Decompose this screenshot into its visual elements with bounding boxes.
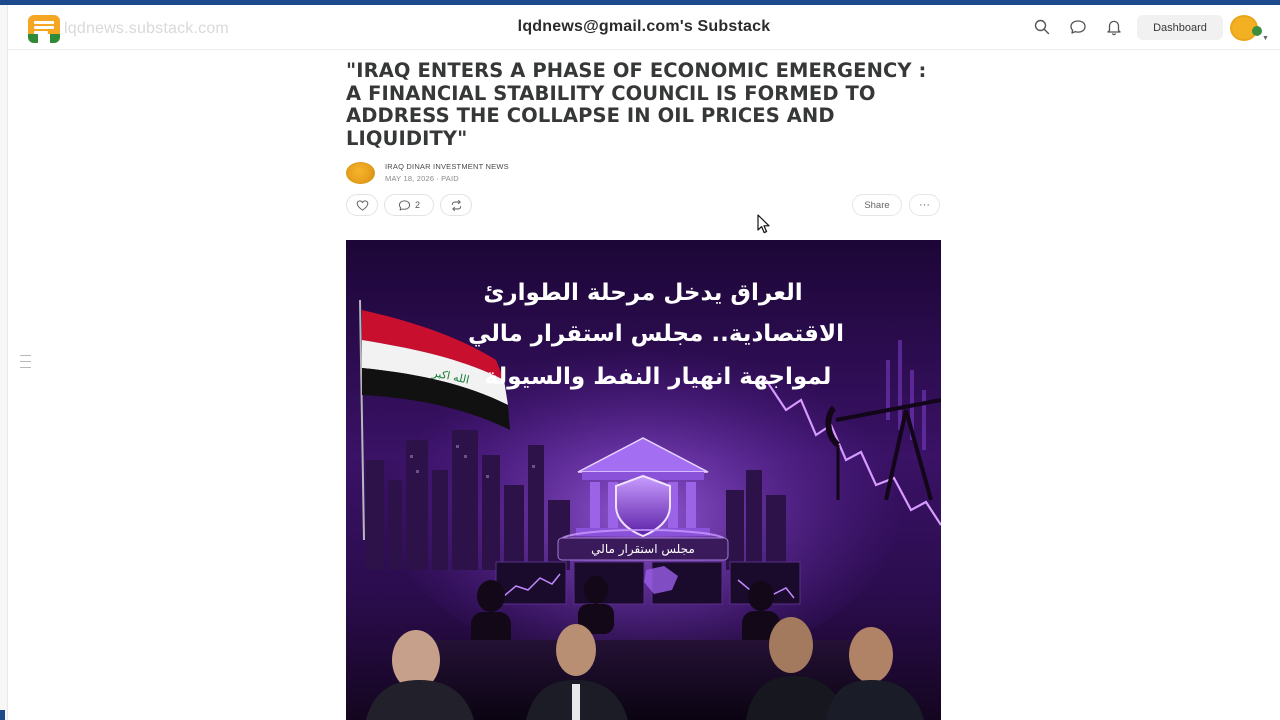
bell-icon[interactable]: [1105, 18, 1123, 36]
toc-line: [20, 367, 31, 368]
restack-button[interactable]: [440, 194, 472, 216]
author-name[interactable]: IRAQ DINAR INVESTMENT NEWS: [385, 162, 509, 171]
hero-headline: العراق يدخل مرحلة الطوارئ الاقتصادية.. م…: [468, 280, 844, 390]
post-byline: IRAQ DINAR INVESTMENT NEWS MAY 18, 2026 …: [346, 160, 941, 190]
more-options-button[interactable]: ···: [909, 194, 940, 216]
heart-icon: [356, 199, 368, 211]
share-button[interactable]: Share: [852, 194, 902, 216]
comment-icon: [398, 199, 411, 210]
post-hero-image[interactable]: الله اكبر العراق يدخل مرحلة الطوارئ الاق…: [346, 240, 941, 720]
comment-button[interactable]: 2: [384, 194, 434, 216]
toc-line: [20, 355, 31, 356]
hero-headline-line: الاقتصادية.. مجلس استقرار مالي: [468, 321, 844, 347]
chevron-down-icon[interactable]: ▼: [1262, 35, 1269, 42]
toc-line: [20, 361, 31, 362]
hero-illustration: الله اكبر العراق يدخل مرحلة الطوارئ الاق…: [346, 240, 941, 720]
post-title: "IRAQ ENTERS A PHASE OF ECONOMIC EMERGEN…: [346, 59, 927, 150]
user-avatar[interactable]: [1230, 15, 1262, 41]
council-badge-text: مجلس استقرار مالي: [591, 542, 695, 557]
mouse-cursor-icon: [757, 214, 770, 234]
post-article: "IRAQ ENTERS A PHASE OF ECONOMIC EMERGEN…: [346, 59, 941, 220]
restack-icon: [451, 199, 461, 211]
table-of-contents-toggle[interactable]: [20, 355, 31, 373]
chat-icon[interactable]: [1069, 18, 1087, 36]
post-date-meta: MAY 18, 2026 ∙ PAID: [385, 174, 459, 183]
search-icon[interactable]: [1033, 18, 1051, 36]
author-avatar[interactable]: [346, 162, 375, 184]
dashboard-button[interactable]: Dashboard: [1137, 15, 1223, 40]
hero-headline-line: لمواجهة انهيار النفط والسيولة: [485, 364, 832, 390]
post-actions-bar: 2 Share ···: [346, 194, 941, 220]
left-edge-gutter: [0, 5, 8, 720]
publication-title[interactable]: lqdnews@gmail.com's Substack: [8, 18, 1280, 36]
top-navigation-bar: lqdnews.substack.com lqdnews@gmail.com's…: [8, 5, 1280, 50]
corner-mark: [0, 710, 5, 720]
comment-count: 2: [414, 200, 420, 210]
like-button[interactable]: [346, 194, 378, 216]
hero-headline-line: العراق يدخل مرحلة الطوارئ: [483, 280, 802, 306]
